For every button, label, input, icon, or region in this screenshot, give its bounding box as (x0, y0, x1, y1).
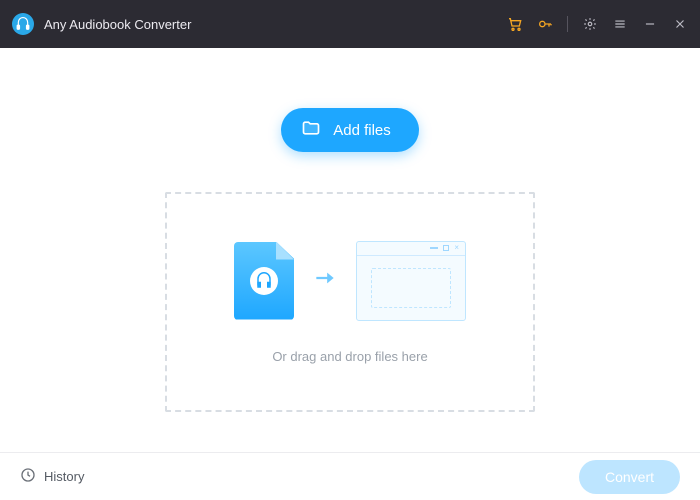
key-icon[interactable] (537, 16, 553, 32)
title-bar: Any Audiobook Converter (0, 0, 700, 48)
menu-icon[interactable] (612, 16, 628, 32)
app-logo-icon (12, 13, 34, 35)
arrow-right-icon (312, 265, 338, 296)
minimize-icon[interactable] (642, 16, 658, 32)
footer-bar: History Convert (0, 452, 700, 500)
main-area: Add files × (0, 48, 700, 452)
history-button[interactable]: History (20, 467, 84, 486)
history-label: History (44, 469, 84, 484)
drop-zone[interactable]: × Or drag and drop files here (165, 192, 535, 412)
gear-icon[interactable] (582, 16, 598, 32)
folder-icon (301, 118, 321, 142)
add-files-button[interactable]: Add files (281, 108, 419, 152)
drop-illustration: × (234, 241, 466, 321)
cart-icon[interactable] (507, 16, 523, 32)
file-icon (234, 242, 294, 320)
clock-icon (20, 467, 36, 486)
title-bar-right (507, 16, 688, 32)
app-window: Any Audiobook Converter (0, 0, 700, 500)
separator (567, 16, 568, 32)
convert-button[interactable]: Convert (579, 460, 680, 494)
window-icon: × (356, 241, 466, 321)
close-icon[interactable] (672, 16, 688, 32)
drop-hint: Or drag and drop files here (272, 349, 427, 364)
add-files-label: Add files (333, 122, 391, 139)
convert-label: Convert (605, 469, 654, 485)
app-title: Any Audiobook Converter (44, 17, 191, 32)
